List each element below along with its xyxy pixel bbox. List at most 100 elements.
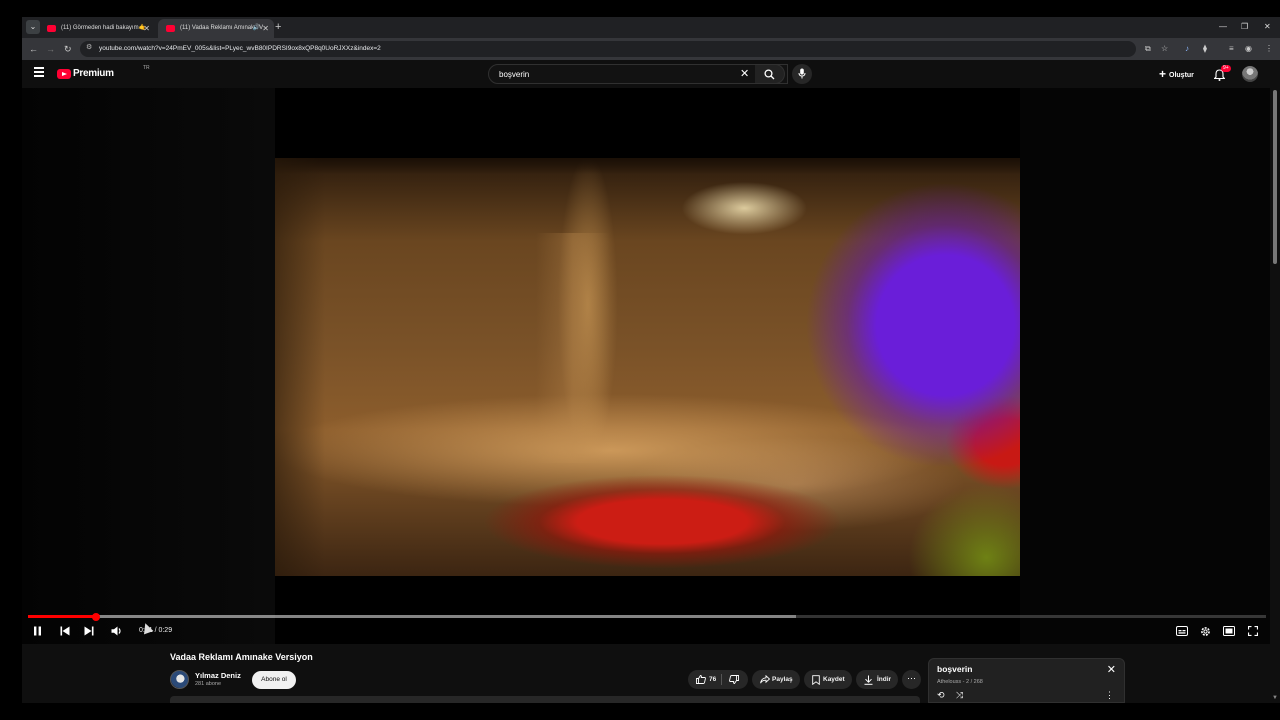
country-code: TR (143, 65, 150, 71)
notifications-button[interactable]: 9+ (1213, 65, 1231, 86)
tab-groups-icon[interactable]: ≡ (1229, 42, 1234, 56)
player-controls: 0:01 / 0:29 (22, 612, 1280, 644)
video-title: Vadaa Reklamı Amınake Versiyon (170, 652, 313, 662)
subtitles-icon[interactable] (1176, 626, 1188, 636)
reload-icon[interactable]: ↻ (64, 42, 72, 56)
tab-strip: ⌄ (11) Görmeden hadi bakayım🤙 ✕ (11) Vad… (22, 17, 1280, 38)
restore-icon[interactable]: ❐ (1241, 20, 1248, 34)
playlist-more-icon[interactable]: ⋮ (1105, 690, 1114, 701)
shuffle-icon[interactable]: ⤨ (956, 690, 963, 701)
download-icon (864, 675, 873, 685)
youtube-play-logo-icon (57, 69, 71, 79)
browser-menu-icon[interactable]: ⋮ (1265, 42, 1273, 56)
browser-toolbar: ← → ↻ ⚙ youtube.com/watch?v=24PmEV_005s&… (22, 38, 1280, 60)
logo-text: Premium (73, 68, 114, 79)
youtube-masthead: Premium TR ✕ +Oluştur 9+ (22, 60, 1280, 88)
pause-icon[interactable] (33, 626, 42, 636)
browser-tab-2[interactable]: (11) Vadaa Reklamı Amınake V 🔊 ✕ (158, 19, 274, 38)
played-bar (28, 615, 97, 618)
account-avatar[interactable] (1242, 66, 1258, 82)
new-tab-button[interactable]: + (275, 19, 281, 36)
voice-search-button[interactable] (792, 64, 812, 84)
save-button[interactable]: Kaydet (804, 670, 852, 689)
search-box[interactable]: ✕ (488, 64, 788, 84)
site-info-icon[interactable]: ⚙ (86, 43, 92, 51)
window-close-icon[interactable]: ✕ (1264, 20, 1271, 34)
tab-title: (11) Görmeden hadi bakayım🤙 (61, 25, 147, 31)
search-button[interactable] (755, 64, 785, 84)
dislike-icon[interactable] (729, 675, 739, 684)
notification-badge: 9+ (1221, 65, 1231, 72)
install-app-icon[interactable]: ⧉ (1145, 42, 1151, 56)
tab-search-icon[interactable]: ⌄ (26, 20, 40, 34)
next-icon[interactable] (84, 626, 94, 636)
watch-metadata: Vadaa Reklamı Amınake Versiyon Yılmaz De… (22, 644, 1280, 703)
video-green-patch (908, 484, 1020, 576)
channel-avatar[interactable] (170, 670, 189, 689)
address-bar[interactable]: ⚙ youtube.com/watch?v=24PmEV_005s&list=P… (80, 41, 1136, 57)
more-actions-icon[interactable]: ⋯ (902, 670, 921, 689)
close-tab-icon[interactable]: ✕ (262, 19, 269, 38)
fullscreen-icon[interactable] (1248, 626, 1258, 636)
download-button[interactable]: İndir (856, 670, 898, 689)
share-icon (760, 675, 770, 684)
like-count: 76 (709, 676, 717, 683)
subscriber-count: 281 abone (195, 681, 221, 687)
forward-icon[interactable]: → (46, 42, 55, 56)
close-tab-icon[interactable]: ✕ (143, 19, 150, 38)
extensions-icon[interactable]: ⧫ (1203, 42, 1207, 56)
buffered-bar (28, 615, 796, 618)
playlist-panel: boşverin Athelouss - 2 / 268 ✕ ⟲ ⤨ ⋮ (928, 658, 1125, 703)
like-icon[interactable] (696, 675, 706, 684)
subscribe-button[interactable]: Abone ol (252, 671, 296, 689)
scroll-down-arrow-icon[interactable]: ▼ (1272, 695, 1278, 701)
ambient-left (22, 88, 275, 644)
playlist-meta: Athelouss - 2 / 268 (937, 679, 983, 685)
video-frame[interactable] (275, 158, 1020, 576)
video-shade (275, 158, 1020, 174)
share-label: Paylaş (772, 676, 793, 683)
media-icon[interactable]: ♪ (1185, 42, 1189, 56)
create-button[interactable]: + Oluştur (1159, 66, 1194, 82)
progress-bar[interactable] (28, 612, 1266, 621)
share-button[interactable]: Paylaş (752, 670, 800, 689)
youtube-favicon-icon (166, 25, 175, 32)
scrubber-handle[interactable] (92, 612, 101, 621)
volume-icon[interactable] (111, 626, 123, 636)
minimize-icon[interactable]: — (1219, 20, 1227, 34)
save-label: Kaydet (823, 676, 845, 683)
channel-name[interactable]: Yılmaz Deniz (195, 671, 241, 680)
previous-icon[interactable] (60, 626, 70, 636)
create-label: Oluştur (1169, 72, 1194, 79)
microphone-icon (798, 68, 806, 79)
bookmark-icon (812, 675, 820, 685)
tab-title: (11) Vadaa Reklamı Amınake V (180, 25, 264, 31)
video-shade-left (275, 158, 325, 576)
close-playlist-icon[interactable]: ✕ (1107, 663, 1116, 676)
description-box[interactable] (170, 696, 920, 703)
video-light-stripe (535, 233, 611, 464)
back-icon[interactable]: ← (29, 42, 38, 56)
loop-playlist-icon[interactable]: ⟲ (937, 690, 945, 701)
video-player[interactable] (22, 88, 1280, 644)
search-input[interactable] (499, 65, 739, 83)
search-icon (764, 69, 775, 80)
playlist-title[interactable]: boşverin (937, 664, 972, 674)
url-text[interactable]: youtube.com/watch?v=24PmEV_005s&list=PLy… (99, 41, 381, 57)
like-dislike-group: 76 (688, 670, 748, 689)
profile-icon[interactable]: ◉ (1245, 42, 1252, 56)
clear-search-icon[interactable]: ✕ (740, 66, 749, 82)
page-scrollbar[interactable]: ▼ (1270, 88, 1280, 703)
settings-gear-icon[interactable] (1200, 626, 1211, 637)
theater-mode-icon[interactable] (1223, 626, 1235, 636)
youtube-favicon-icon (47, 25, 56, 32)
plus-icon: + (1159, 67, 1167, 81)
download-label: İndir (877, 676, 892, 683)
ambient-right (1020, 88, 1270, 644)
bookmark-star-icon[interactable]: ☆ (1161, 42, 1168, 56)
audio-playing-icon[interactable]: 🔊 (253, 19, 260, 38)
browser-window: ⌄ (11) Görmeden hadi bakayım🤙 ✕ (11) Vad… (22, 17, 1280, 703)
guide-menu-icon[interactable] (34, 67, 44, 77)
scrollbar-thumb[interactable] (1273, 90, 1277, 264)
browser-tab-1[interactable]: (11) Görmeden hadi bakayım🤙 ✕ (39, 19, 155, 38)
